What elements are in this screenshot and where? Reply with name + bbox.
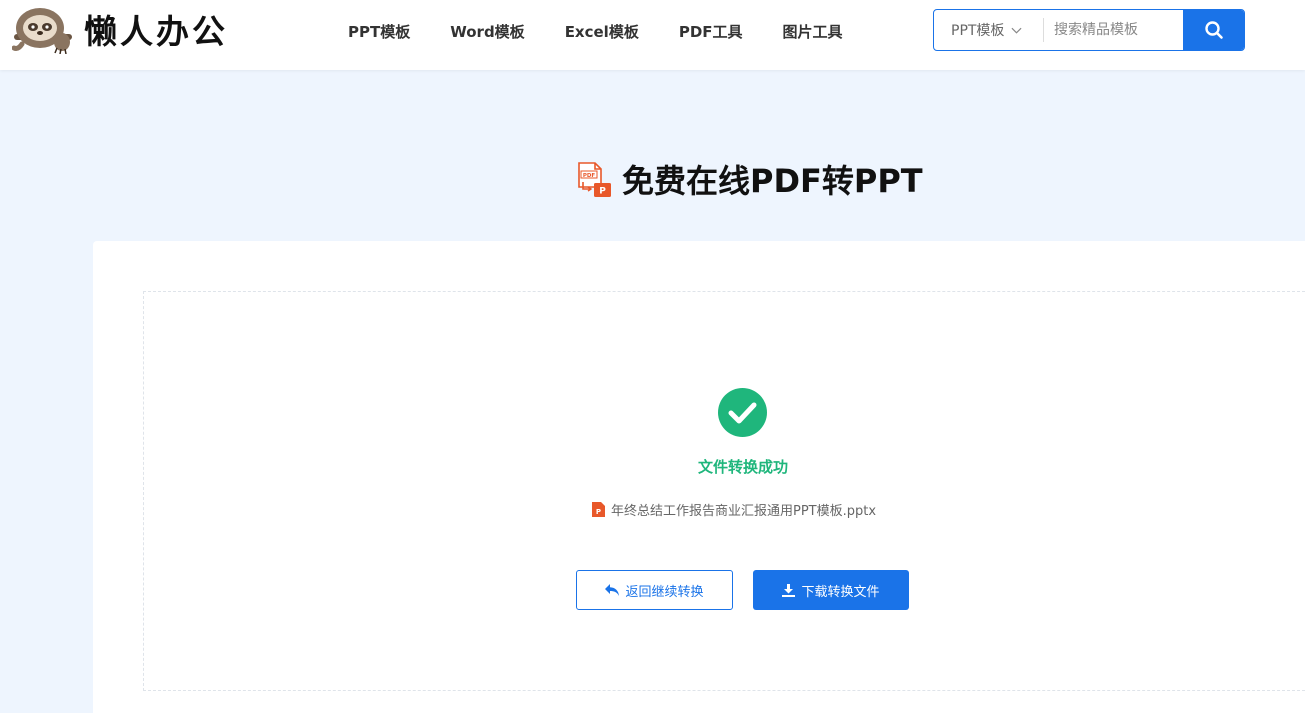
svg-text:P: P (599, 186, 606, 196)
search-button[interactable] (1183, 10, 1244, 50)
nav-item-ppt[interactable]: PPT模板 (328, 21, 430, 42)
search-icon (1204, 21, 1223, 39)
search-type-label: PPT模板 (951, 23, 1005, 39)
converted-file: P 年终总结工作报告商业汇报通用PPT模板.pptx (592, 500, 876, 519)
chevron-down-icon (1011, 27, 1022, 34)
search-input[interactable] (1044, 10, 1183, 50)
result-area (143, 291, 1305, 691)
ppt-file-icon: P (592, 502, 605, 517)
page-title-block: PDF P 免费在线PDF转PPT (576, 156, 923, 202)
top-header: 懒人办公 PPT模板 Word模板 Excel模板 PDF工具 图片工具 PPT… (0, 0, 1305, 70)
svg-text:PDF: PDF (583, 172, 596, 178)
success-check-icon (718, 388, 767, 437)
svg-text:P: P (596, 508, 601, 516)
pdf-to-ppt-icon: PDF P (578, 161, 611, 197)
file-name: 年终总结工作报告商业汇报通用PPT模板.pptx (611, 504, 877, 519)
back-convert-label: 返回继续转换 (625, 584, 704, 600)
nav-item-word[interactable]: Word模板 (430, 21, 544, 42)
page-title: 免费在线PDF转PPT (622, 162, 923, 200)
logo[interactable]: 懒人办公 (12, 4, 228, 54)
download-icon (782, 583, 796, 597)
nav-item-image-tools[interactable]: 图片工具 (763, 21, 863, 42)
brand-name: 懒人办公 (84, 12, 228, 51)
download-label: 下载转换文件 (801, 584, 880, 600)
search-bar: PPT模板 (933, 9, 1245, 51)
nav-item-pdf-tools[interactable]: PDF工具 (659, 21, 763, 42)
download-button[interactable]: 下载转换文件 (753, 570, 909, 610)
nav-item-excel[interactable]: Excel模板 (545, 21, 659, 42)
sloth-mascot-icon (12, 8, 72, 54)
back-convert-button[interactable]: 返回继续转换 (576, 570, 733, 610)
return-arrow-icon (605, 584, 620, 596)
search-type-select[interactable]: PPT模板 (934, 10, 1043, 50)
main-nav: PPT模板 Word模板 Excel模板 PDF工具 图片工具 (328, 0, 863, 62)
status-message: 文件转换成功 (697, 458, 788, 476)
